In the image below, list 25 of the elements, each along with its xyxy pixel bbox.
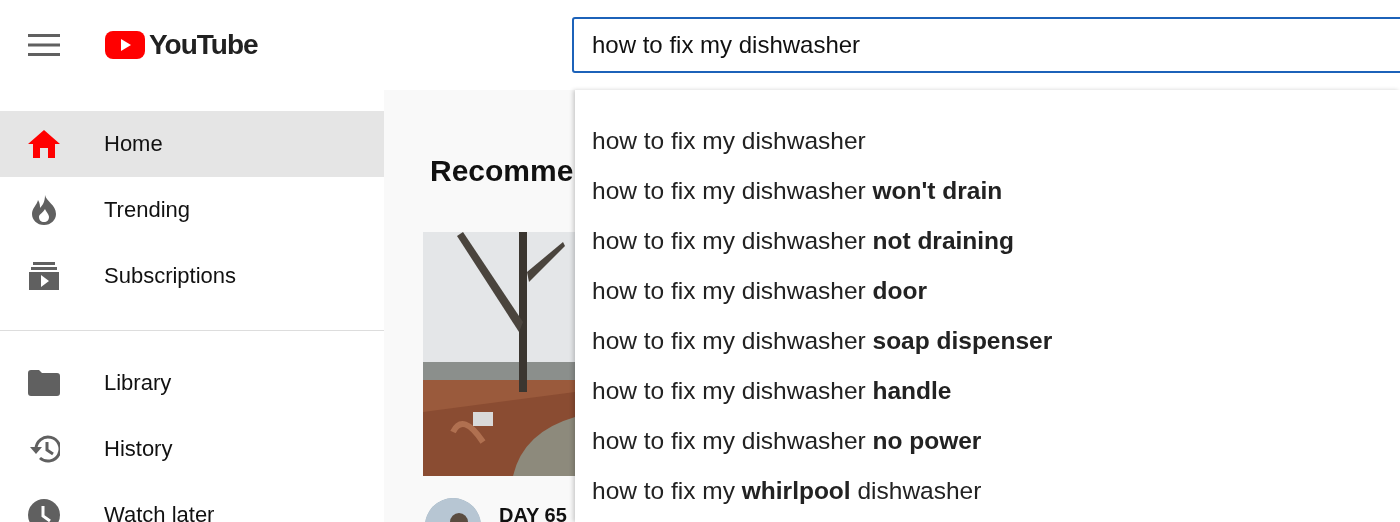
sidebar-item[interactable]: Watch later <box>0 482 384 522</box>
subscriptions-icon <box>29 262 59 290</box>
logo-text[interactable]: YouTube <box>149 28 260 62</box>
search-suggestion[interactable]: how to fix my dishwasher handle <box>592 377 952 405</box>
search-suggestion[interactable]: how to fix my whirlpool dishwasher <box>592 477 982 505</box>
search-suggestion[interactable]: how to fix my dishwasher soap dispenser <box>592 327 1053 355</box>
menu-icon[interactable] <box>28 33 60 57</box>
sidebar-item[interactable]: Library <box>0 350 384 416</box>
search-suggestion[interactable]: how to fix my dishwasher door <box>592 277 927 305</box>
search-suggestion[interactable]: how to fix my dishwasher not draining <box>592 227 1015 255</box>
sidebar-item[interactable]: Home <box>0 111 384 177</box>
section-heading: Recomme <box>430 154 574 188</box>
flame-icon <box>32 195 56 225</box>
sidebar-item[interactable]: History <box>0 416 384 482</box>
play-logo-icon <box>105 31 145 59</box>
sidebar-item[interactable]: Trending <box>0 177 384 243</box>
home-icon <box>28 130 60 158</box>
video-title[interactable]: DAY 65 <box>499 504 567 522</box>
sidebar-item[interactable]: Subscriptions <box>0 243 384 309</box>
search-field[interactable]: how to fix my dishwasher <box>572 17 1400 73</box>
folder-icon <box>28 370 60 396</box>
search-suggestion[interactable]: how to fix my dishwasher won't drain <box>592 177 1003 205</box>
history-icon <box>28 434 60 464</box>
search-suggestion[interactable]: how to fix my dishwasher no power <box>592 427 982 455</box>
search-suggestion[interactable]: how to fix my dishwasher <box>592 127 866 155</box>
